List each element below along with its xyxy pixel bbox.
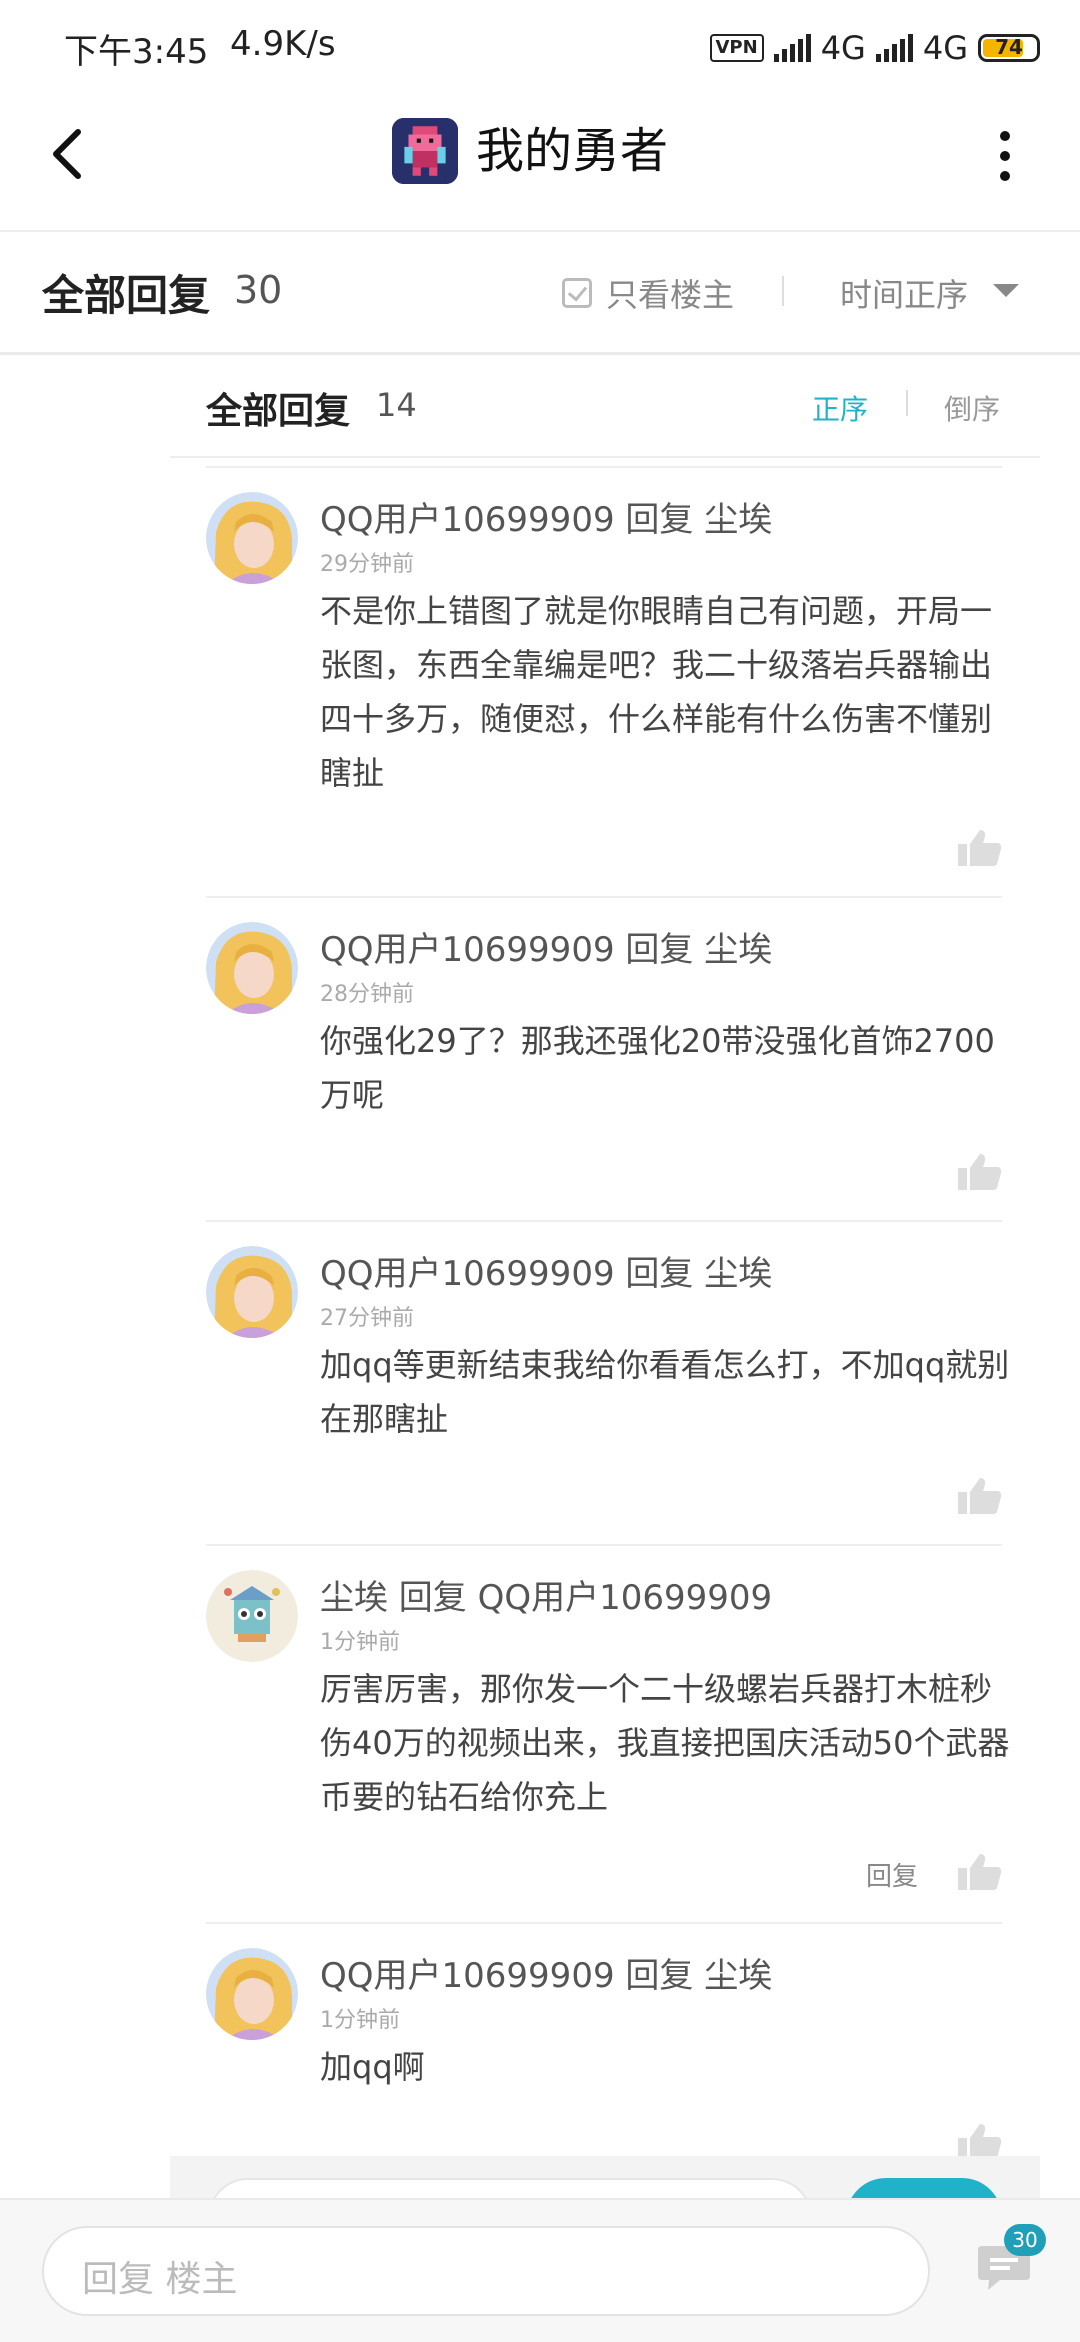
status-bar: 下午3:45 4.9K/s VPN 4G 4G 74 [0, 0, 1080, 96]
chevron-down-icon[interactable] [993, 284, 1019, 297]
checkbox-icon[interactable] [562, 278, 592, 308]
sub-replies-count: 14 [376, 386, 417, 424]
comment-username[interactable]: QQ用户10699909 回复 尘埃 [320, 1948, 772, 1997]
reply-button[interactable]: 回复 [866, 1856, 918, 1893]
all-replies-count: 30 [234, 268, 283, 312]
thumbs-up-icon[interactable] [958, 1152, 1002, 1192]
divider [206, 1220, 1002, 1222]
sort-dropdown[interactable]: 时间正序 [840, 270, 968, 316]
comment-item: QQ用户10699909 回复 尘埃 29分钟前 不是你上错图了就是你眼睛自己有… [206, 466, 1002, 896]
comment-text: 加qq啊 [320, 2048, 425, 2086]
back-arrow-icon[interactable] [40, 124, 100, 184]
all-replies-title: 全部回复 [42, 271, 211, 320]
status-indicators: VPN 4G 4G 74 [709, 26, 1040, 70]
divider [206, 466, 1002, 468]
avatar[interactable] [206, 1246, 298, 1338]
status-time: 下午3:45 [64, 32, 209, 72]
divider [206, 1544, 1002, 1546]
comment-time: 29分钟前 [320, 552, 414, 577]
only-owner-label: 只看楼主 [606, 276, 735, 314]
comment-text: 厉害厉害，那你发一个二十级螺岩兵器打木桩秒伤40万的视频出来，我直接把国庆活动5… [320, 1670, 1010, 1816]
comment-time: 1分钟前 [320, 2008, 400, 2033]
comment-item: QQ用户10699909 回复 尘埃 28分钟前 你强化29了？那我还强化20带… [206, 896, 1002, 1220]
avatar[interactable] [206, 922, 298, 1014]
avatar[interactable] [206, 1570, 298, 1662]
divider [206, 896, 1002, 898]
app-logo-icon [392, 118, 458, 184]
signal-icon-2 [875, 34, 913, 62]
comment-text: 你强化29了？那我还强化20带没强化首饰2700万呢 [320, 1022, 995, 1114]
comment-time: 27分钟前 [320, 1306, 414, 1331]
thumbs-up-icon[interactable] [958, 1476, 1002, 1516]
reply-input-placeholder: 回复 楼主 [82, 2259, 238, 2300]
comment-username[interactable]: QQ用户10699909 回复 尘埃 [320, 1246, 772, 1295]
divider [206, 1922, 1002, 1924]
comment-text: 加qq等更新结束我给你看看怎么打，不加qq就别在那瞎扯 [320, 1346, 1010, 1438]
header-divider [782, 276, 784, 306]
network-type-2: 4G [922, 29, 968, 67]
battery-icon: 74 [978, 34, 1040, 62]
signal-icon [773, 34, 811, 62]
network-type-1: 4G [820, 29, 866, 67]
sort-desc-tab[interactable]: 倒序 [944, 388, 1000, 428]
comment-username[interactable]: QQ用户10699909 回复 尘埃 [320, 492, 772, 541]
more-options-icon[interactable] [990, 126, 1020, 186]
sort-divider [906, 390, 908, 416]
avatar[interactable] [206, 492, 298, 584]
vpn-icon: VPN [709, 34, 764, 62]
comment-count-badge: 30 [1004, 2224, 1046, 2256]
page-title: 我的勇者 [476, 123, 669, 179]
thumbs-up-icon[interactable] [958, 1852, 1002, 1892]
sub-replies-title: 全部回复 [206, 391, 351, 432]
status-net-speed: 4.9K/s [230, 24, 336, 64]
comment-time: 1分钟前 [320, 1630, 400, 1655]
comment-time: 28分钟前 [320, 982, 414, 1007]
only-owner-toggle[interactable]: 只看楼主 [562, 270, 734, 316]
comment-text: 不是你上错图了就是你眼睛自己有问题，开局一张图，东西全靠编是吧？我二十级落岩兵器… [320, 592, 993, 792]
comment-item: 尘埃 回复 QQ用户10699909 1分钟前 厉害厉害，那你发一个二十级螺岩兵… [206, 1544, 1009, 1922]
battery-level: 74 [995, 35, 1023, 59]
thumbs-up-icon[interactable] [958, 828, 1002, 868]
comment-username[interactable]: 尘埃 回复 QQ用户10699909 [320, 1570, 772, 1619]
sort-asc-tab[interactable]: 正序 [812, 388, 868, 428]
comment-item: QQ用户10699909 回复 尘埃 27分钟前 加qq等更新结束我给你看看怎么… [206, 1220, 1009, 1544]
avatar[interactable] [206, 1948, 298, 2040]
comment-item: QQ用户10699909 回复 尘埃 1分钟前 加qq啊 [206, 1922, 1002, 2160]
comment-username[interactable]: QQ用户10699909 回复 尘埃 [320, 922, 772, 971]
